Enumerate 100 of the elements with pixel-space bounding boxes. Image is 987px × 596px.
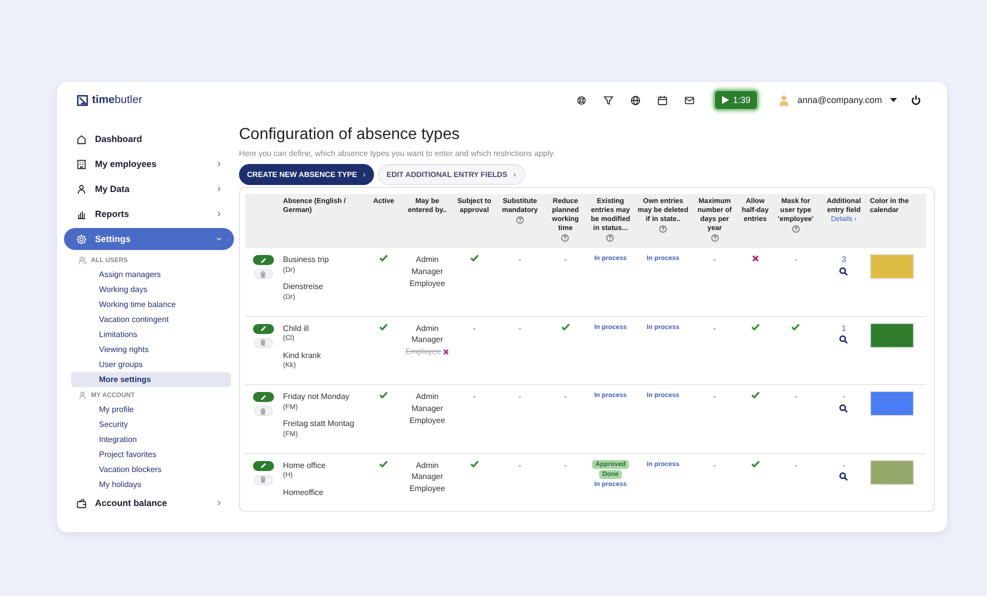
globe-icon[interactable]: [630, 94, 641, 106]
submenu-item[interactable]: Vacation blockers: [71, 462, 231, 477]
pencil-icon: [260, 462, 267, 470]
edit-button[interactable]: [252, 460, 274, 471]
sidebar-item[interactable]: Settings: [64, 228, 234, 250]
submenu-item[interactable]: My holidays: [71, 477, 231, 492]
cross-icon: [752, 255, 759, 262]
page-description: Here you can define, which absence types you want to enter and which restrictions apply.: [239, 149, 556, 158]
sidebar-item[interactable]: Reports: [64, 203, 234, 225]
color-swatch[interactable]: [870, 460, 914, 485]
dash-text: -: [472, 392, 476, 402]
dash-text: -: [518, 392, 522, 402]
sidebar-item[interactable]: My employees: [64, 153, 234, 175]
role-text: Admin: [416, 322, 439, 334]
submenu-item[interactable]: Working time balance: [71, 297, 231, 312]
field-count: -: [842, 460, 846, 472]
role-text: Employee: [409, 414, 446, 426]
calendar-icon[interactable]: [656, 94, 668, 106]
submenu-item[interactable]: Working days: [71, 282, 231, 297]
role-text: Employee: [409, 482, 446, 495]
filter-icon[interactable]: [602, 94, 614, 106]
pencil-icon: [260, 256, 267, 264]
check-icon: [379, 460, 388, 468]
submenu-item[interactable]: User groups: [71, 357, 231, 372]
person-icon: [76, 184, 87, 194]
help-icon[interactable]: [561, 234, 570, 242]
role-text: Employee: [409, 278, 446, 290]
edit-button[interactable]: [252, 324, 274, 334]
search-icon[interactable]: [839, 472, 848, 482]
absence-name: Home office: [283, 460, 327, 472]
page-title: Configuration of absence types: [239, 126, 461, 144]
color-swatch[interactable]: [870, 391, 914, 416]
dash-text: -: [713, 392, 716, 402]
submenu-item[interactable]: My profile: [71, 402, 231, 417]
sidebar-item[interactable]: My Data: [64, 178, 234, 200]
edit-button[interactable]: [252, 255, 274, 266]
help-icon[interactable]: [659, 225, 668, 234]
help-icon[interactable]: [516, 216, 524, 224]
check-icon: [379, 254, 388, 262]
logo-text[interactable]: timebutler: [92, 94, 142, 106]
submenu-item[interactable]: Limitations: [71, 327, 231, 342]
help-icon[interactable]: [792, 225, 800, 234]
check-icon: [379, 322, 388, 331]
person-icon: [78, 390, 87, 400]
dash-text: -: [518, 324, 522, 333]
caret-icon[interactable]: [890, 98, 897, 102]
check-icon: [750, 322, 760, 331]
role-text: Admin: [416, 254, 439, 266]
submenu-item[interactable]: Assign managers: [71, 267, 231, 282]
submenu-item[interactable]: More settings: [71, 372, 231, 387]
sidebar-item[interactable]: Account balance: [64, 492, 234, 514]
submenu-item[interactable]: Vacation contingent: [71, 312, 231, 327]
absence-name: Child ill: [283, 322, 310, 334]
building-icon: [76, 158, 87, 170]
trash-icon: [260, 270, 266, 278]
chevron-icon: [216, 236, 222, 242]
sidebar-item[interactable]: Dashboard: [64, 128, 234, 150]
color-swatch[interactable]: [870, 254, 914, 280]
absence-name: Freitag statt Montag: [283, 418, 356, 430]
user-email[interactable]: anna@company.com: [797, 95, 882, 105]
help-icon[interactable]: [710, 234, 719, 242]
color-swatch[interactable]: [870, 322, 914, 348]
check-icon: [750, 391, 760, 400]
chevron-icon: [216, 186, 222, 192]
help-icon[interactable]: [606, 234, 614, 242]
search-icon[interactable]: [839, 266, 848, 276]
edit-button[interactable]: [252, 392, 274, 402]
chevron-icon: [216, 211, 222, 217]
check-icon: [470, 254, 479, 262]
role-text: Admin: [416, 460, 439, 472]
role-text: Employee: [405, 346, 442, 358]
power-icon[interactable]: [911, 95, 921, 105]
check-icon: [379, 391, 388, 400]
submenu-item[interactable]: Project favorites: [71, 447, 231, 462]
play-icon: [722, 96, 729, 104]
dash-text: -: [564, 255, 567, 264]
support-icon[interactable]: [576, 94, 587, 106]
role-text: Manager: [411, 334, 444, 346]
role-text: Admin: [416, 391, 439, 403]
submenu-item[interactable]: Viewing rights: [71, 342, 231, 357]
absence-name: Homeoffice: [283, 486, 324, 498]
role-text: Manager: [411, 471, 444, 483]
submenu-item[interactable]: Security: [71, 417, 231, 432]
pencil-icon: [260, 325, 267, 332]
house-icon: [76, 134, 87, 144]
submenu-item[interactable]: Integration: [71, 432, 231, 447]
search-icon[interactable]: [839, 404, 848, 413]
role-text: Manager: [411, 266, 444, 278]
dash-text: -: [564, 392, 567, 402]
trash-icon: [260, 408, 266, 415]
search-icon[interactable]: [839, 335, 848, 344]
people-icon: [78, 256, 87, 264]
mail-icon[interactable]: [684, 94, 695, 106]
bar-chart-icon: [76, 208, 87, 220]
absence-name: Friday not Monday: [283, 391, 350, 403]
dash-text: -: [713, 255, 716, 264]
dash-text: -: [518, 460, 522, 470]
field-count: -: [842, 391, 846, 403]
timer-button[interactable]: 1:39: [712, 89, 760, 111]
field-count: 1: [842, 322, 846, 334]
